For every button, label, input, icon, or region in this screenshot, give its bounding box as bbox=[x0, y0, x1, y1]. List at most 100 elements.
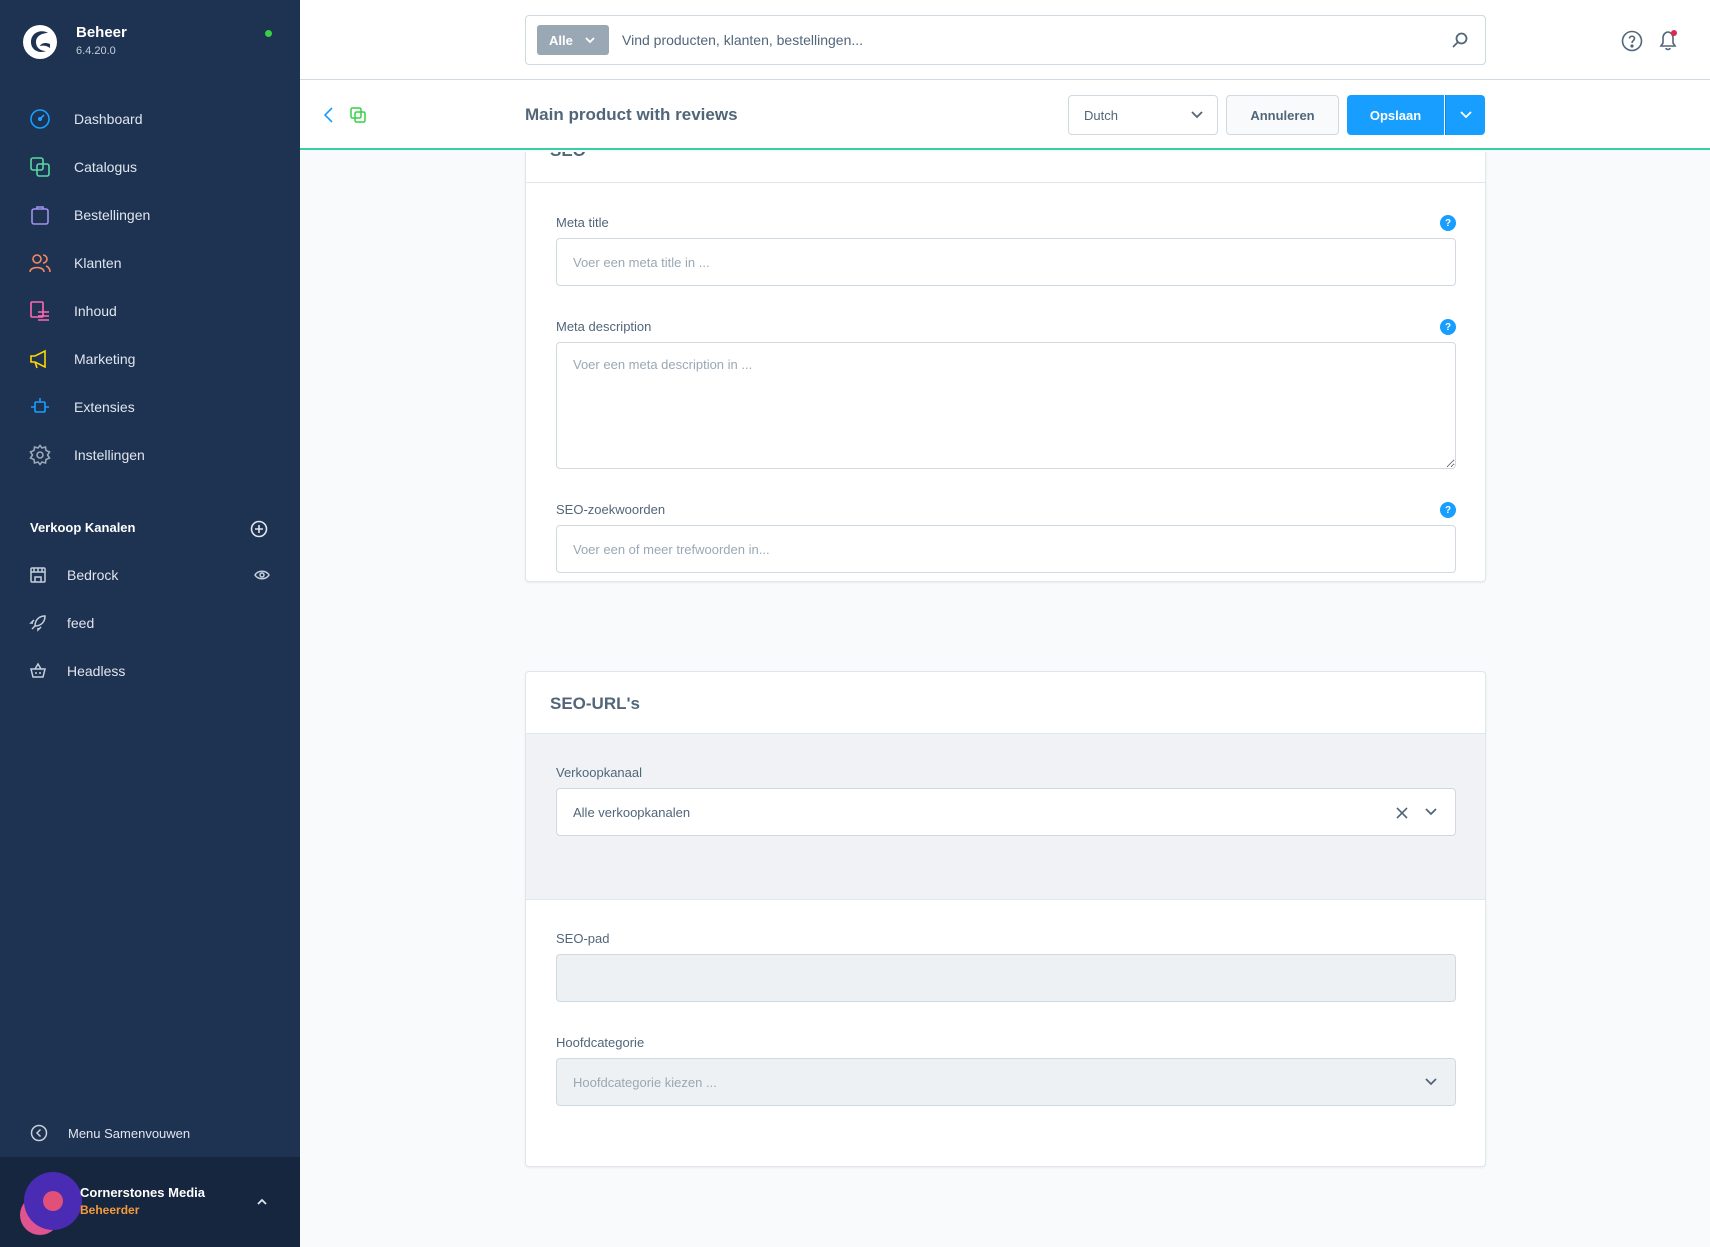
save-options-button[interactable] bbox=[1445, 95, 1485, 135]
sidebar-item-catalogus[interactable]: Catalogus bbox=[0, 143, 300, 191]
main-category-placeholder: Hoofdcategorie kiezen ... bbox=[573, 1074, 717, 1090]
seo-path-input[interactable] bbox=[556, 954, 1456, 1002]
collapse-menu-label: Menu Samenvouwen bbox=[68, 1125, 191, 1141]
chevron-left-circle-icon bbox=[30, 1124, 48, 1142]
eye-icon[interactable] bbox=[254, 567, 270, 583]
seo-card: SEO Meta title ? Meta description ? SEO-… bbox=[525, 152, 1486, 582]
sales-channels-heading: Verkoop Kanalen bbox=[30, 520, 136, 535]
search-type-label: Alle bbox=[549, 32, 573, 48]
sales-channel-select[interactable]: Alle verkoopkanalen bbox=[556, 788, 1456, 836]
seo-keywords-input[interactable] bbox=[556, 525, 1456, 573]
seo-urls-card: SEO-URL's Verkoopkanaal Alle verkoopkana… bbox=[525, 671, 1486, 1167]
sales-channel-label: Bedrock bbox=[67, 567, 119, 583]
chevron-down-icon bbox=[585, 36, 595, 43]
chevron-left-icon[interactable] bbox=[322, 106, 336, 124]
sidebar-item-label: Bestellingen bbox=[74, 207, 151, 223]
sales-channel-label: feed bbox=[67, 615, 95, 631]
sales-channel-headless[interactable]: Headless bbox=[0, 647, 300, 695]
sidebar-item-extensies[interactable]: Extensies bbox=[0, 383, 300, 431]
sidebar-item-bestellingen[interactable]: Bestellingen bbox=[0, 191, 300, 239]
help-icon[interactable] bbox=[1621, 30, 1643, 52]
sales-channel-select-value: Alle verkoopkanalen bbox=[573, 804, 691, 820]
sales-channel-bedrock[interactable]: Bedrock bbox=[0, 551, 300, 599]
search-input[interactable] bbox=[622, 25, 1422, 55]
storefront-icon bbox=[30, 567, 46, 583]
chevron-down-icon bbox=[1459, 111, 1472, 119]
chevron-down-icon bbox=[1425, 1078, 1437, 1086]
search-type-select[interactable]: Alle bbox=[537, 25, 609, 55]
sidebar-item-label: Inhoud bbox=[74, 303, 117, 319]
page-title: Main product with reviews bbox=[525, 105, 738, 124]
add-sales-channel-icon[interactable] bbox=[250, 520, 268, 538]
search-icon[interactable] bbox=[1451, 31, 1469, 49]
shopware-logo[interactable] bbox=[22, 24, 58, 60]
chevron-down-icon bbox=[1425, 808, 1437, 816]
sidebar-item-label: Klanten bbox=[74, 255, 122, 271]
seo-card-header: SEO bbox=[526, 152, 1485, 183]
dashboard-icon bbox=[28, 107, 52, 131]
main-nav: Dashboard Catalogus Bestellingen Klanten… bbox=[0, 95, 300, 479]
sidebar-item-label: Dashboard bbox=[74, 111, 143, 127]
meta-description-textarea[interactable] bbox=[556, 342, 1456, 469]
smart-bar: Main product with reviews Dutch Annulere… bbox=[300, 80, 1710, 150]
sales-channel-list: Bedrock feed Headless bbox=[0, 551, 300, 695]
sales-channel-label: Verkoopkanaal bbox=[556, 765, 643, 780]
basket-icon bbox=[30, 662, 46, 678]
meta-description-label: Meta description bbox=[556, 319, 652, 334]
collapse-menu-button[interactable]: Menu Samenvouwen bbox=[0, 1116, 300, 1150]
sales-channel-switch-area: Verkoopkanaal Alle verkoopkanalen bbox=[526, 734, 1485, 900]
status-indicator bbox=[265, 30, 272, 37]
customers-icon bbox=[28, 251, 52, 275]
language-select[interactable]: Dutch bbox=[1068, 95, 1218, 135]
seo-urls-card-header: SEO-URL's bbox=[526, 672, 1485, 734]
seo-keywords-label: SEO-zoekwoorden bbox=[556, 502, 666, 517]
brand: Beheer 6.4.20.0 bbox=[22, 24, 127, 60]
user-role: Beheerder bbox=[80, 1203, 140, 1217]
sidebar: Beheer 6.4.20.0 Dashboard Catalogus Best… bbox=[0, 0, 300, 1247]
extensions-icon bbox=[28, 395, 52, 419]
settings-icon bbox=[28, 443, 52, 467]
sidebar-item-label: Instellingen bbox=[74, 447, 145, 463]
rocket-icon bbox=[29, 615, 46, 632]
sidebar-item-inhoud[interactable]: Inhoud bbox=[0, 287, 300, 335]
avatar bbox=[18, 1167, 84, 1235]
sidebar-item-instellingen[interactable]: Instellingen bbox=[0, 431, 300, 479]
main-category-label: Hoofdcategorie bbox=[556, 1035, 645, 1050]
content-icon bbox=[28, 299, 52, 323]
sales-channel-label: Headless bbox=[67, 663, 126, 679]
main-category-select[interactable]: Hoofdcategorie kiezen ... bbox=[556, 1058, 1456, 1106]
sidebar-item-klanten[interactable]: Klanten bbox=[0, 239, 300, 287]
seo-card-title: SEO bbox=[550, 152, 586, 161]
chevron-down-icon bbox=[1191, 111, 1203, 119]
top-bar: Alle bbox=[300, 0, 1710, 80]
sidebar-item-label: Catalogus bbox=[74, 159, 138, 175]
close-icon[interactable] bbox=[1395, 806, 1409, 820]
sidebar-item-dashboard[interactable]: Dashboard bbox=[0, 95, 300, 143]
meta-title-label: Meta title bbox=[556, 215, 609, 230]
user-name: Cornerstones Media bbox=[80, 1185, 205, 1200]
app-name: Beheer bbox=[76, 24, 127, 41]
help-tooltip-icon[interactable]: ? bbox=[1440, 502, 1456, 518]
user-profile[interactable]: Cornerstones Media Beheerder bbox=[0, 1157, 300, 1247]
help-tooltip-icon[interactable]: ? bbox=[1440, 319, 1456, 335]
global-search: Alle bbox=[525, 15, 1486, 65]
orders-icon bbox=[28, 203, 52, 227]
language-select-value: Dutch bbox=[1084, 107, 1118, 123]
app-version: 6.4.20.0 bbox=[76, 45, 116, 57]
meta-title-input[interactable] bbox=[556, 238, 1456, 286]
marketing-icon bbox=[28, 347, 52, 371]
main-content: SEO Meta title ? Meta description ? SEO-… bbox=[300, 152, 1710, 1247]
seo-urls-card-title: SEO-URL's bbox=[550, 694, 640, 713]
cancel-button[interactable]: Annuleren bbox=[1226, 95, 1339, 135]
save-button[interactable]: Opslaan bbox=[1347, 95, 1444, 135]
sidebar-item-marketing[interactable]: Marketing bbox=[0, 335, 300, 383]
sales-channel-feed[interactable]: feed bbox=[0, 599, 300, 647]
notification-bell-icon[interactable] bbox=[1657, 29, 1679, 51]
chevron-up-icon[interactable] bbox=[255, 1195, 269, 1209]
catalog-icon bbox=[28, 155, 52, 179]
sidebar-item-label: Extensies bbox=[74, 399, 135, 415]
copy-icon[interactable] bbox=[349, 106, 367, 124]
help-tooltip-icon[interactable]: ? bbox=[1440, 215, 1456, 231]
sidebar-item-label: Marketing bbox=[74, 351, 136, 367]
seo-path-label: SEO-pad bbox=[556, 931, 610, 946]
